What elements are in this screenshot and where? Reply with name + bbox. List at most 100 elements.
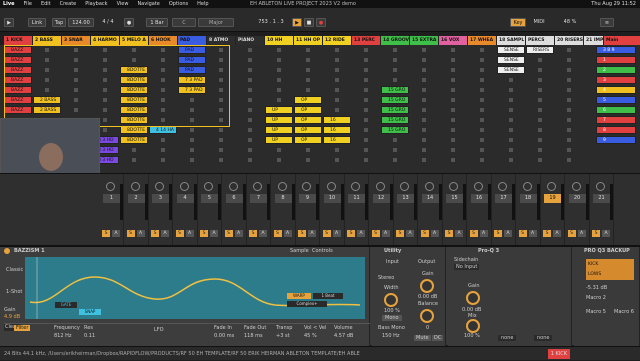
solo-button[interactable]: S <box>543 230 551 237</box>
arm-button[interactable]: A <box>602 230 610 237</box>
empty-clip-slot[interactable] <box>248 118 252 122</box>
scene-launch[interactable]: 5 <box>596 96 636 104</box>
empty-clip-slot[interactable] <box>538 148 542 152</box>
arm-button[interactable]: A <box>234 230 243 237</box>
arm-button[interactable]: A <box>185 230 194 237</box>
empty-clip-slot[interactable] <box>567 78 571 82</box>
send-knob[interactable] <box>326 182 336 191</box>
empty-clip-slot[interactable] <box>248 138 252 142</box>
menu-file[interactable]: File <box>24 1 32 7</box>
send-knob[interactable] <box>277 182 287 191</box>
time-signature[interactable]: 4 / 4 <box>98 18 118 27</box>
track-header[interactable]: 20 RISERS <box>555 36 584 45</box>
empty-clip-slot[interactable] <box>393 78 397 82</box>
arm-button[interactable]: A <box>259 230 267 237</box>
empty-clip-slot[interactable] <box>451 108 455 112</box>
empty-clip-slot[interactable] <box>538 138 542 142</box>
empty-clip-slot[interactable] <box>480 158 484 162</box>
solo-button[interactable]: S <box>151 230 159 237</box>
empty-clip-slot[interactable] <box>422 68 426 72</box>
empty-clip-slot[interactable] <box>567 58 571 62</box>
empty-clip-slot[interactable] <box>451 118 455 122</box>
track-activator[interactable]: 11 <box>348 194 365 203</box>
arm-button[interactable]: A <box>210 230 218 237</box>
send-knob[interactable] <box>522 182 532 191</box>
filter-toggle[interactable]: Filter <box>14 325 31 331</box>
empty-clip-slot[interactable] <box>422 108 426 112</box>
fade-in-value[interactable]: 0.00 ms <box>214 333 234 339</box>
track-activator[interactable]: 12 <box>372 194 390 203</box>
empty-clip-slot[interactable] <box>422 148 426 152</box>
scene-launch[interactable]: 7 <box>596 116 636 124</box>
clip-slot[interactable]: OP <box>294 106 322 114</box>
clip-slot[interactable]: 15 GRO <box>381 106 409 114</box>
sample-tab[interactable]: Sample <box>290 248 309 254</box>
empty-clip-slot[interactable] <box>567 138 571 142</box>
key-select[interactable]: C <box>172 18 196 27</box>
send-knob[interactable] <box>375 182 385 191</box>
empty-clip-slot[interactable] <box>364 108 368 112</box>
width-knob[interactable] <box>384 293 398 307</box>
menu-create[interactable]: Create <box>60 1 77 7</box>
menu-playback[interactable]: Playback <box>85 1 107 7</box>
solo-button[interactable]: S <box>126 230 135 237</box>
empty-clip-slot[interactable] <box>509 118 513 122</box>
empty-clip-slot[interactable] <box>277 158 281 162</box>
clip-slot[interactable]: OP <box>294 126 322 134</box>
scene-launch[interactable]: 4 <box>596 86 636 94</box>
empty-clip-slot[interactable] <box>248 48 252 52</box>
scale-select[interactable]: Major <box>198 18 234 27</box>
empty-clip-slot[interactable] <box>480 78 484 82</box>
empty-clip-slot[interactable] <box>364 148 368 152</box>
empty-clip-slot[interactable] <box>480 68 484 72</box>
empty-clip-slot[interactable] <box>364 128 368 132</box>
clip-slot[interactable]: 16 <box>323 136 351 144</box>
clip-slot[interactable]: 8DOTTE <box>120 136 148 144</box>
track-header[interactable]: 1 KICK <box>4 36 33 45</box>
bass-mono-freq[interactable]: 150 Hz <box>382 333 400 339</box>
track-activator[interactable]: 16 <box>470 194 488 203</box>
empty-clip-slot[interactable] <box>567 128 571 132</box>
empty-clip-slot[interactable] <box>277 78 281 82</box>
track-activator[interactable]: 19 <box>544 194 561 203</box>
empty-clip-slot[interactable] <box>393 48 397 52</box>
clip-slot[interactable]: UP <box>265 106 293 114</box>
clip-slot[interactable]: 15 GRO <box>381 126 409 134</box>
empty-clip-slot[interactable] <box>567 108 571 112</box>
track-header[interactable]: 5 MELO A <box>120 36 149 45</box>
send-knob[interactable] <box>449 182 458 191</box>
track-header[interactable]: 6 HOOK <box>149 36 178 45</box>
track-header[interactable]: 8 ATMO <box>207 36 236 45</box>
empty-clip-slot[interactable] <box>335 148 339 152</box>
track-activator[interactable]: 9 <box>299 194 316 203</box>
clip-slot[interactable]: OP <box>294 136 322 144</box>
empty-clip-slot[interactable] <box>248 108 252 112</box>
empty-clip-slot[interactable] <box>480 118 484 122</box>
solo-button[interactable]: S <box>567 230 576 237</box>
app-menu[interactable]: Live <box>3 1 15 7</box>
empty-clip-slot[interactable] <box>538 158 542 162</box>
fade-out-value[interactable]: 118 ms <box>244 333 263 339</box>
empty-clip-slot[interactable] <box>364 118 368 122</box>
vol-vel-value[interactable]: 45 % <box>304 333 317 339</box>
send-knob[interactable] <box>424 182 434 191</box>
send-knob[interactable] <box>351 182 360 191</box>
empty-clip-slot[interactable] <box>190 148 194 152</box>
menu-view[interactable]: View <box>117 1 129 7</box>
tempo-field[interactable]: 124.00 <box>68 18 94 27</box>
mono-button[interactable]: Mono <box>382 315 402 321</box>
empty-clip-slot[interactable] <box>161 138 165 142</box>
rack-macro-6[interactable]: Macro 6 <box>614 309 634 315</box>
empty-clip-slot[interactable] <box>393 138 397 142</box>
metronome-icon[interactable]: ● <box>124 18 134 27</box>
empty-clip-slot[interactable] <box>509 108 513 112</box>
solo-button[interactable]: S <box>445 230 453 237</box>
empty-clip-slot[interactable] <box>364 158 368 162</box>
track-header[interactable]: 15 EXTRA <box>410 36 439 45</box>
empty-clip-slot[interactable] <box>451 98 455 102</box>
empty-clip-slot[interactable] <box>248 148 252 152</box>
empty-clip-slot[interactable] <box>219 148 223 152</box>
send-knob[interactable] <box>596 182 605 191</box>
empty-clip-slot[interactable] <box>248 58 252 62</box>
empty-clip-slot[interactable] <box>567 98 571 102</box>
